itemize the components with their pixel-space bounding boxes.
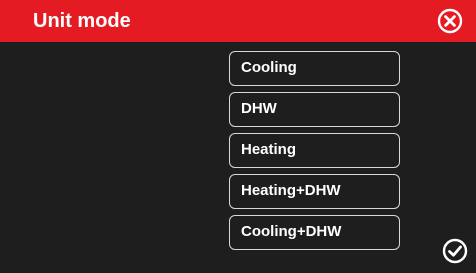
unit-mode-options: Cooling DHW Heating Heating+DHW Cooling+…	[229, 51, 400, 256]
close-icon[interactable]	[437, 8, 463, 34]
option-heating[interactable]: Heating	[229, 133, 400, 168]
page-title: Unit mode	[33, 10, 131, 32]
confirm-check-icon[interactable]	[442, 238, 468, 264]
option-heating-dhw[interactable]: Heating+DHW	[229, 174, 400, 209]
header-bar: Unit mode	[0, 0, 476, 42]
option-dhw[interactable]: DHW	[229, 92, 400, 127]
option-cooling-dhw[interactable]: Cooling+DHW	[229, 215, 400, 250]
option-cooling[interactable]: Cooling	[229, 51, 400, 86]
